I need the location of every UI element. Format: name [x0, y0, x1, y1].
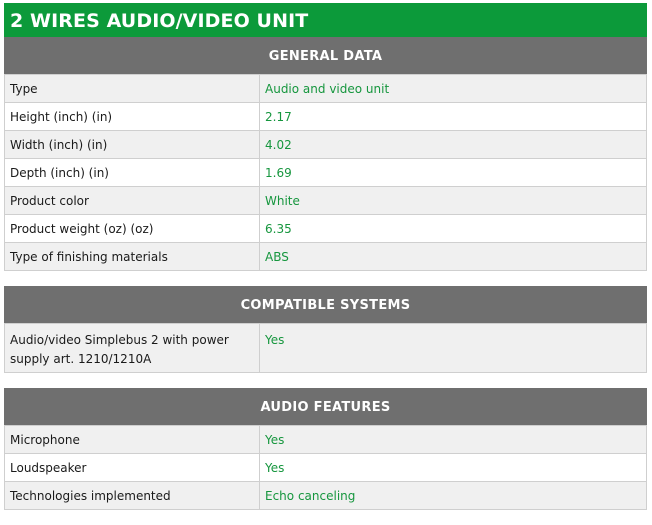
section-header-compatible-systems: COMPATIBLE SYSTEMS — [4, 286, 647, 323]
table-row: Product weight (oz) (oz) 6.35 — [4, 214, 647, 243]
spec-table-audio-features: Microphone Yes Loudspeaker Yes Technolog… — [4, 425, 647, 510]
spec-label: Audio/video Simplebus 2 with power suppl… — [4, 323, 260, 373]
spec-value: Audio and video unit — [259, 74, 647, 103]
table-row: Audio/video Simplebus 2 with power suppl… — [4, 323, 647, 373]
section-compatible-systems: COMPATIBLE SYSTEMS Audio/video Simplebus… — [4, 286, 647, 373]
product-spec-sheet: 2 WIRES AUDIO/VIDEO UNIT GENERAL DATA Ty… — [4, 3, 647, 525]
spec-label: Height (inch) (in) — [4, 102, 260, 131]
spec-label: Loudspeaker — [4, 453, 260, 482]
spec-label: Depth (inch) (in) — [4, 158, 260, 187]
table-row: Height (inch) (in) 2.17 — [4, 102, 647, 131]
table-row: Technologies implemented Echo canceling — [4, 481, 647, 510]
section-header-general-data: GENERAL DATA — [4, 37, 647, 74]
table-row: Microphone Yes — [4, 425, 647, 454]
table-row: Depth (inch) (in) 1.69 — [4, 158, 647, 187]
spec-value: Yes — [259, 323, 647, 373]
spec-value: 1.69 — [259, 158, 647, 187]
table-row: Loudspeaker Yes — [4, 453, 647, 482]
spec-value: 6.35 — [259, 214, 647, 243]
page-title: 2 WIRES AUDIO/VIDEO UNIT — [4, 3, 647, 37]
spec-label: Product weight (oz) (oz) — [4, 214, 260, 243]
spec-label: Type of finishing materials — [4, 242, 260, 271]
spec-label: Product color — [4, 186, 260, 215]
spec-value: White — [259, 186, 647, 215]
spec-label: Type — [4, 74, 260, 103]
table-row: Product color White — [4, 186, 647, 215]
section-general-data: GENERAL DATA Type Audio and video unit H… — [4, 37, 647, 271]
spec-value: Yes — [259, 453, 647, 482]
table-row: Width (inch) (in) 4.02 — [4, 130, 647, 159]
table-row: Type Audio and video unit — [4, 74, 647, 103]
spec-table-general-data: Type Audio and video unit Height (inch) … — [4, 74, 647, 271]
spec-value: Yes — [259, 425, 647, 454]
table-row: Type of finishing materials ABS — [4, 242, 647, 271]
spec-value: ABS — [259, 242, 647, 271]
spec-label: Width (inch) (in) — [4, 130, 260, 159]
spec-label: Technologies implemented — [4, 481, 260, 510]
spec-table-compatible-systems: Audio/video Simplebus 2 with power suppl… — [4, 323, 647, 373]
spec-value: 4.02 — [259, 130, 647, 159]
section-header-audio-features: AUDIO FEATURES — [4, 388, 647, 425]
spec-value: Echo canceling — [259, 481, 647, 510]
spec-value: 2.17 — [259, 102, 647, 131]
spec-label: Microphone — [4, 425, 260, 454]
section-audio-features: AUDIO FEATURES Microphone Yes Loudspeake… — [4, 388, 647, 510]
